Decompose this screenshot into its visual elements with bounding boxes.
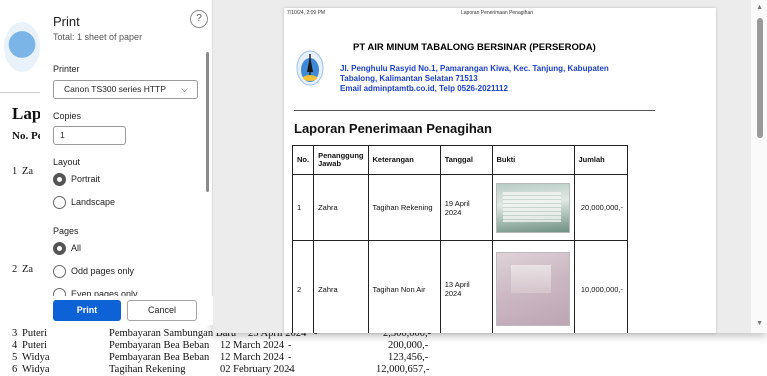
background-row-jumlah: 123,456,-	[388, 352, 429, 363]
table-row: 2 Zahra Tagihan Non Air 13 April 2024 10…	[291, 240, 628, 333]
preview-header-datetime: 7/10/24, 2:09 PM	[287, 10, 326, 16]
dialog-title: Print	[53, 14, 80, 29]
scroll-down-icon[interactable]: ▼	[756, 320, 763, 327]
report-title: Laporan Penerimaan Penagihan	[294, 121, 492, 136]
column-header-keterangan: Keterangan	[367, 145, 441, 175]
company-contact-line: Email adminptamtb.co.id, Telp 0526-20211…	[340, 84, 508, 93]
printer-select-value: Canon TS300 series HTTP	[64, 84, 166, 94]
company-name: PT AIR MINUM TABALONG BERSINAR (PERSEROD…	[353, 42, 596, 53]
background-row-tanggal: 12 March 2024	[220, 352, 285, 363]
receipt-photo	[495, 182, 570, 233]
print-preview-area[interactable]: 7/10/24, 2:09 PM Laporan Penerimaan Pena…	[213, 0, 767, 333]
background-row-keterangan: Pembayaran Bea Beban	[109, 340, 210, 351]
background-column-header: No. Pe	[12, 130, 43, 142]
cell-jumlah: 20,000,000,-	[573, 174, 628, 241]
background-row-bukti: -	[288, 352, 292, 363]
settings-scrollbar[interactable]	[206, 52, 209, 192]
background-row-bukti: -	[288, 364, 292, 375]
cell-jumlah: 10,000,000,-	[573, 240, 628, 333]
print-button[interactable]: Print	[53, 300, 121, 321]
table-header-row: No. Penanggung Jawab Keterangan Tanggal …	[291, 145, 628, 175]
background-row-name: Za	[22, 166, 34, 177]
preview-scrollbar[interactable]: ▲ ▼	[751, 0, 767, 333]
preview-page: 7/10/24, 2:09 PM Laporan Penerimaan Pena…	[284, 8, 716, 333]
cell-tanggal: 13 April 2024	[439, 240, 493, 333]
table-row: 1 Zahra Tagihan Rekening 19 April 2024 2…	[291, 174, 628, 241]
background-row-no: 2	[12, 264, 18, 275]
cell-bukti	[491, 240, 575, 333]
cell-tanggal: 19 April 2024	[439, 174, 493, 241]
background-row-keterangan: Tagihan Rekening	[109, 364, 186, 375]
pages-odd-label: Odd pages only	[71, 266, 135, 276]
background-row-keterangan: Pembayaran Bea Beban	[109, 352, 210, 363]
company-address: Jl. Penghulu Rasyid No.1, Pamarangan Kiw…	[340, 64, 640, 94]
radio-dot	[53, 196, 66, 209]
chevron-down-icon: ⌵	[181, 84, 188, 94]
radio-dot	[53, 242, 66, 255]
background-row-name: Widya	[22, 352, 50, 363]
pages-all-label: All	[71, 243, 82, 253]
preview-divider	[294, 110, 655, 111]
background-row-tanggal: 12 March 2024	[220, 340, 285, 351]
preview-header-title: Laporan Penerimaan Penagihan	[461, 10, 533, 16]
cell-bukti	[491, 174, 575, 241]
cell-no: 2	[291, 240, 315, 333]
background-row-name: Puteri	[22, 328, 48, 339]
scroll-up-icon[interactable]: ▲	[756, 4, 763, 11]
column-header-tanggal: Tanggal	[439, 145, 493, 175]
background-logo	[4, 22, 40, 72]
company-logo	[296, 50, 324, 86]
cell-keterangan: Tagihan Non Air	[367, 240, 441, 333]
background-row-no: 5	[12, 352, 18, 363]
background-row-no: 1	[12, 166, 18, 177]
column-header-bukti: Bukti	[491, 145, 575, 175]
background-row-name: Widya	[22, 364, 50, 375]
print-settings-panel: Print Total: 1 sheet of paper ? Printer …	[40, 0, 213, 325]
column-header-penanggung-jawab: Penanggung Jawab	[313, 145, 369, 175]
report-table: No. Penanggung Jawab Keterangan Tanggal …	[291, 145, 628, 333]
company-address-line: Jl. Penghulu Rasyid No.1, Pamarangan Kiw…	[340, 64, 609, 83]
printer-select[interactable]: Canon TS300 series HTTP ⌵	[53, 80, 198, 99]
column-header-jumlah: Jumlah	[573, 145, 628, 175]
printer-label: Printer	[53, 64, 80, 74]
dialog-button-bar: Print Cancel	[40, 296, 213, 325]
cancel-button[interactable]: Cancel	[127, 300, 197, 321]
background-row-no: 4	[12, 340, 18, 351]
sheet-count: Total: 1 sheet of paper	[53, 32, 143, 42]
column-header-no: No.	[291, 145, 315, 175]
copies-input[interactable]: 1	[53, 126, 126, 145]
background-row-name: Puteri	[22, 340, 48, 351]
background-row-tanggal: 02 February 2024	[220, 364, 295, 375]
help-icon[interactable]: ?	[190, 10, 208, 28]
preview-scrollbar-thumb[interactable]	[757, 18, 763, 138]
radio-dot	[53, 265, 66, 278]
background-row-name: Za	[22, 264, 34, 275]
receipt-photo	[495, 252, 570, 326]
pages-label: Pages	[53, 226, 79, 236]
background-row-bukti: -	[288, 340, 292, 351]
cell-penanggung-jawab: Zahra	[313, 174, 369, 241]
radio-dot	[53, 173, 66, 186]
background-row-jumlah: 12,000,657,-	[376, 364, 430, 375]
cell-no: 1	[291, 174, 315, 241]
layout-label: Layout	[53, 157, 81, 167]
copies-label: Copies	[53, 111, 82, 121]
cell-keterangan: Tagihan Rekening	[367, 174, 441, 241]
background-row-jumlah: 200,000,-	[388, 340, 429, 351]
layout-landscape-label: Landscape	[71, 197, 116, 207]
layout-portrait-label: Portrait	[71, 174, 101, 184]
background-row-no: 6	[12, 364, 18, 375]
cell-penanggung-jawab: Zahra	[313, 240, 369, 333]
background-row-no: 3	[12, 328, 18, 339]
